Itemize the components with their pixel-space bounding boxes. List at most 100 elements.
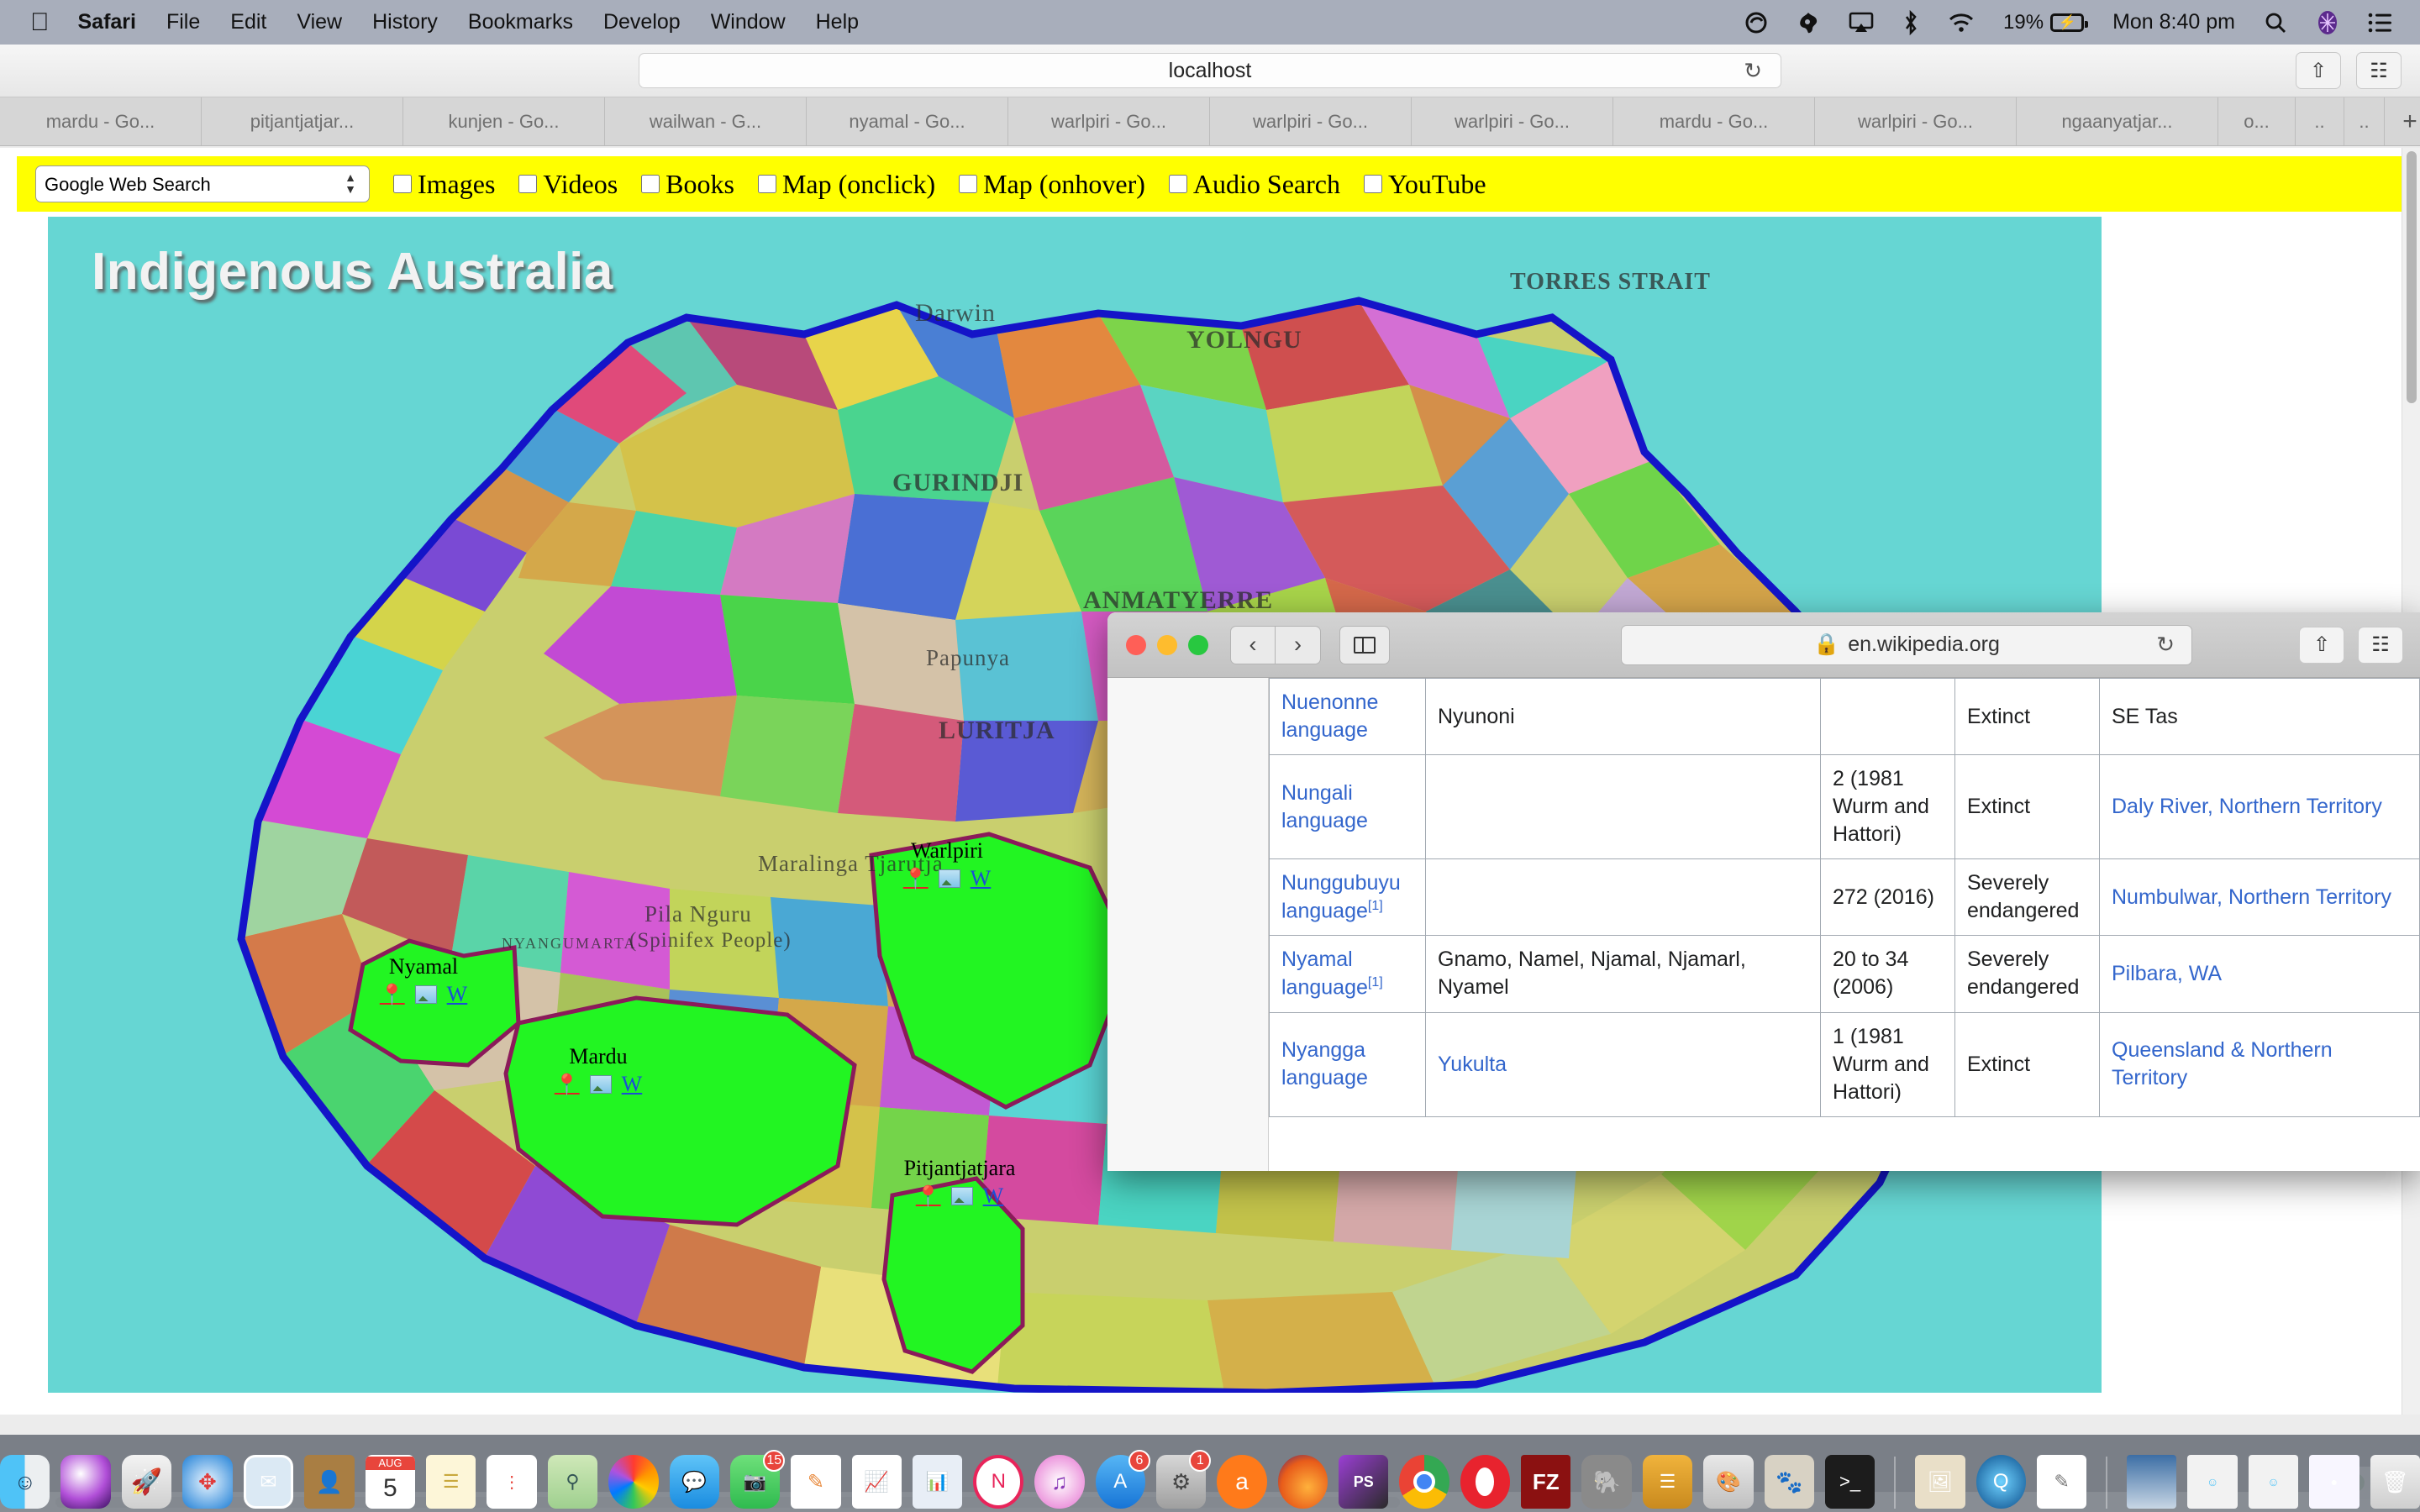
tab-nyamal[interactable]: nyamal - Go... bbox=[807, 97, 1008, 145]
mail-icon[interactable]: ✉ bbox=[243, 1455, 294, 1509]
apple-menu-icon[interactable]:  bbox=[30, 9, 50, 35]
table-row[interactable]: Nunggubuyu language[1] 272 (2016) Severe… bbox=[1269, 858, 2420, 937]
tab-warlpiri-1[interactable]: warlpiri - Go... bbox=[1008, 97, 1210, 145]
table-row[interactable]: Nuenonne language Nyunoni Extinct SE Tas bbox=[1269, 678, 2420, 755]
alt-name-link[interactable]: Yukulta bbox=[1438, 1053, 1507, 1076]
map-pin-icon[interactable]: 📍 bbox=[903, 867, 929, 891]
cell-region[interactable]: Queensland & Northern Territory bbox=[2099, 1011, 2420, 1117]
wikipedia-link-icon[interactable]: W bbox=[622, 1072, 643, 1097]
wikipedia-link-icon[interactable]: W bbox=[971, 866, 992, 891]
cell-language[interactable]: Nyangga language bbox=[1269, 1011, 1426, 1117]
cell-language[interactable]: Nunggubuyu language[1] bbox=[1269, 858, 1426, 937]
region-link[interactable]: Queensland & Northern Territory bbox=[2112, 1038, 2333, 1089]
tab-ngaanyatjarra[interactable]: ngaanyatjar... bbox=[2017, 97, 2218, 145]
photo-icon[interactable] bbox=[938, 869, 960, 888]
textedit-icon[interactable]: ✎ bbox=[2036, 1455, 2087, 1509]
forward-button[interactable]: › bbox=[1276, 625, 1321, 664]
tab-warlpiri-3[interactable]: warlpiri - Go... bbox=[1412, 97, 1613, 145]
checkbox-map-onhover-input[interactable] bbox=[959, 175, 978, 193]
messages-icon[interactable]: 💬 bbox=[669, 1455, 719, 1509]
menu-clock[interactable]: Mon 8:40 pm bbox=[2112, 10, 2235, 34]
safari-icon[interactable]: ✥ bbox=[182, 1455, 233, 1509]
menu-item-develop[interactable]: Develop bbox=[603, 10, 681, 34]
vertical-scroll-thumb[interactable] bbox=[2407, 151, 2417, 403]
avast-icon[interactable]: a bbox=[1217, 1455, 1267, 1509]
language-link[interactable]: Nyamal language bbox=[1281, 948, 1368, 999]
share-icon[interactable]: ⇧ bbox=[2296, 52, 2341, 89]
wikipedia-link-icon[interactable]: W bbox=[447, 982, 468, 1007]
language-link[interactable]: Nyangga language bbox=[1281, 1038, 1368, 1089]
checkbox-audio-search-input[interactable] bbox=[1168, 175, 1187, 193]
reminders-icon[interactable]: ⋮ bbox=[487, 1455, 537, 1509]
search-icon[interactable] bbox=[2264, 11, 2287, 34]
appstore-icon[interactable]: A6 bbox=[1095, 1450, 1150, 1509]
checkbox-videos[interactable]: Videos bbox=[518, 169, 618, 200]
cell-region[interactable]: Numbulwar, Northern Territory bbox=[2099, 858, 2420, 937]
zoom-button[interactable] bbox=[1188, 634, 1208, 655]
language-link[interactable]: Nuenonne language bbox=[1281, 690, 1378, 742]
menu-item-view[interactable]: View bbox=[297, 10, 342, 34]
checkbox-images[interactable]: Images bbox=[393, 169, 495, 200]
avast-icon[interactable] bbox=[1797, 11, 1820, 34]
paint-icon[interactable]: 🎨 bbox=[1703, 1455, 1754, 1509]
bluetooth-icon[interactable] bbox=[1902, 9, 1919, 35]
firefox-icon[interactable] bbox=[1744, 11, 1768, 34]
gimp-icon[interactable]: 🐾 bbox=[1764, 1455, 1814, 1509]
news-icon[interactable]: N bbox=[973, 1455, 1024, 1509]
menu-item-help[interactable]: Help bbox=[816, 10, 859, 34]
keynote-icon[interactable]: 📊 bbox=[912, 1455, 963, 1509]
checkbox-map-onclick[interactable]: Map (onclick) bbox=[757, 169, 935, 200]
finder-icon[interactable]: ☺ bbox=[0, 1455, 50, 1509]
map-pin-icon[interactable]: 📍 bbox=[555, 1073, 580, 1097]
reference-marker[interactable]: [1] bbox=[1368, 899, 1383, 913]
pages-icon[interactable]: ✎ bbox=[791, 1455, 841, 1509]
siri-icon[interactable] bbox=[2316, 10, 2339, 35]
opera-icon[interactable] bbox=[1460, 1455, 1511, 1509]
photo-icon[interactable] bbox=[950, 1187, 973, 1205]
tab-mardu-2[interactable]: mardu - Go... bbox=[1613, 97, 1815, 145]
language-link[interactable]: Nunggubuyu language bbox=[1281, 871, 1401, 922]
address-bar-wikipedia[interactable]: 🔒 en.wikipedia.org ↻ bbox=[1621, 624, 2192, 665]
filezilla-icon[interactable]: FZ bbox=[1521, 1455, 1571, 1509]
cell-language[interactable]: Nungali language bbox=[1269, 754, 1426, 859]
firefox-icon[interactable] bbox=[1277, 1455, 1328, 1509]
address-bar-localhost[interactable]: localhost ↻ bbox=[639, 53, 1781, 88]
window-thumb-1[interactable] bbox=[2127, 1455, 2177, 1509]
notes-icon[interactable]: ☰ bbox=[426, 1455, 476, 1509]
region-label-pitjantjatjara[interactable]: Pitjantjatjara 📍 W bbox=[855, 1156, 1065, 1209]
region-label-warlpiri[interactable]: Warlpiri 📍 W bbox=[867, 838, 1027, 891]
sublime-icon[interactable]: ☰ bbox=[1642, 1455, 1693, 1509]
checkbox-audio-search[interactable]: Audio Search bbox=[1168, 169, 1340, 200]
airplay-icon[interactable] bbox=[1849, 12, 1874, 34]
itunes-icon[interactable]: ♫ bbox=[1034, 1455, 1085, 1509]
terminal-icon[interactable]: >_ bbox=[1824, 1455, 1876, 1509]
window-thumb-3[interactable]: ☺ bbox=[2248, 1455, 2299, 1509]
checkbox-books[interactable]: Books bbox=[641, 169, 734, 200]
launchpad-icon[interactable]: 🚀 bbox=[121, 1455, 172, 1509]
cell-region[interactable]: Pilbara, WA bbox=[2099, 935, 2420, 1013]
checkbox-map-onclick-input[interactable] bbox=[757, 175, 776, 193]
tab-mardu-1[interactable]: mardu - Go... bbox=[0, 97, 202, 145]
region-link[interactable]: Daly River, Northern Territory bbox=[2112, 795, 2382, 818]
tab-extra-3[interactable]: .. bbox=[2344, 97, 2385, 145]
checkbox-images-input[interactable] bbox=[393, 175, 412, 193]
photos-icon[interactable] bbox=[608, 1455, 659, 1509]
tab-pitjantjatjara[interactable]: pitjantjatjar... bbox=[202, 97, 403, 145]
close-button[interactable] bbox=[1126, 634, 1146, 655]
share-icon[interactable]: ⇧ bbox=[2299, 626, 2344, 664]
siri-icon[interactable] bbox=[60, 1455, 111, 1509]
cell-region[interactable]: Daly River, Northern Territory bbox=[2099, 754, 2420, 859]
photo-icon[interactable] bbox=[414, 985, 437, 1004]
tab-extra-2[interactable]: .. bbox=[2296, 97, 2344, 145]
window-thumb-2[interactable]: ☺ bbox=[2187, 1455, 2238, 1509]
cell-alt-names[interactable]: Yukulta bbox=[1425, 1011, 1821, 1117]
system-preferences-icon[interactable]: ⚙ 1 bbox=[1155, 1450, 1212, 1509]
search-engine-select[interactable]: Google Web Search bbox=[35, 165, 370, 202]
checkbox-books-input[interactable] bbox=[641, 175, 660, 193]
wikipedia-link-icon[interactable]: W bbox=[983, 1184, 1004, 1209]
region-link[interactable]: Numbulwar, Northern Territory bbox=[2112, 885, 2391, 909]
trash-icon[interactable]: 🗑 bbox=[2370, 1455, 2420, 1509]
tab-extra-1[interactable]: o... bbox=[2218, 97, 2296, 145]
calendar-icon[interactable]: AUG 5 bbox=[365, 1455, 416, 1509]
back-button[interactable]: ‹ bbox=[1230, 625, 1276, 664]
